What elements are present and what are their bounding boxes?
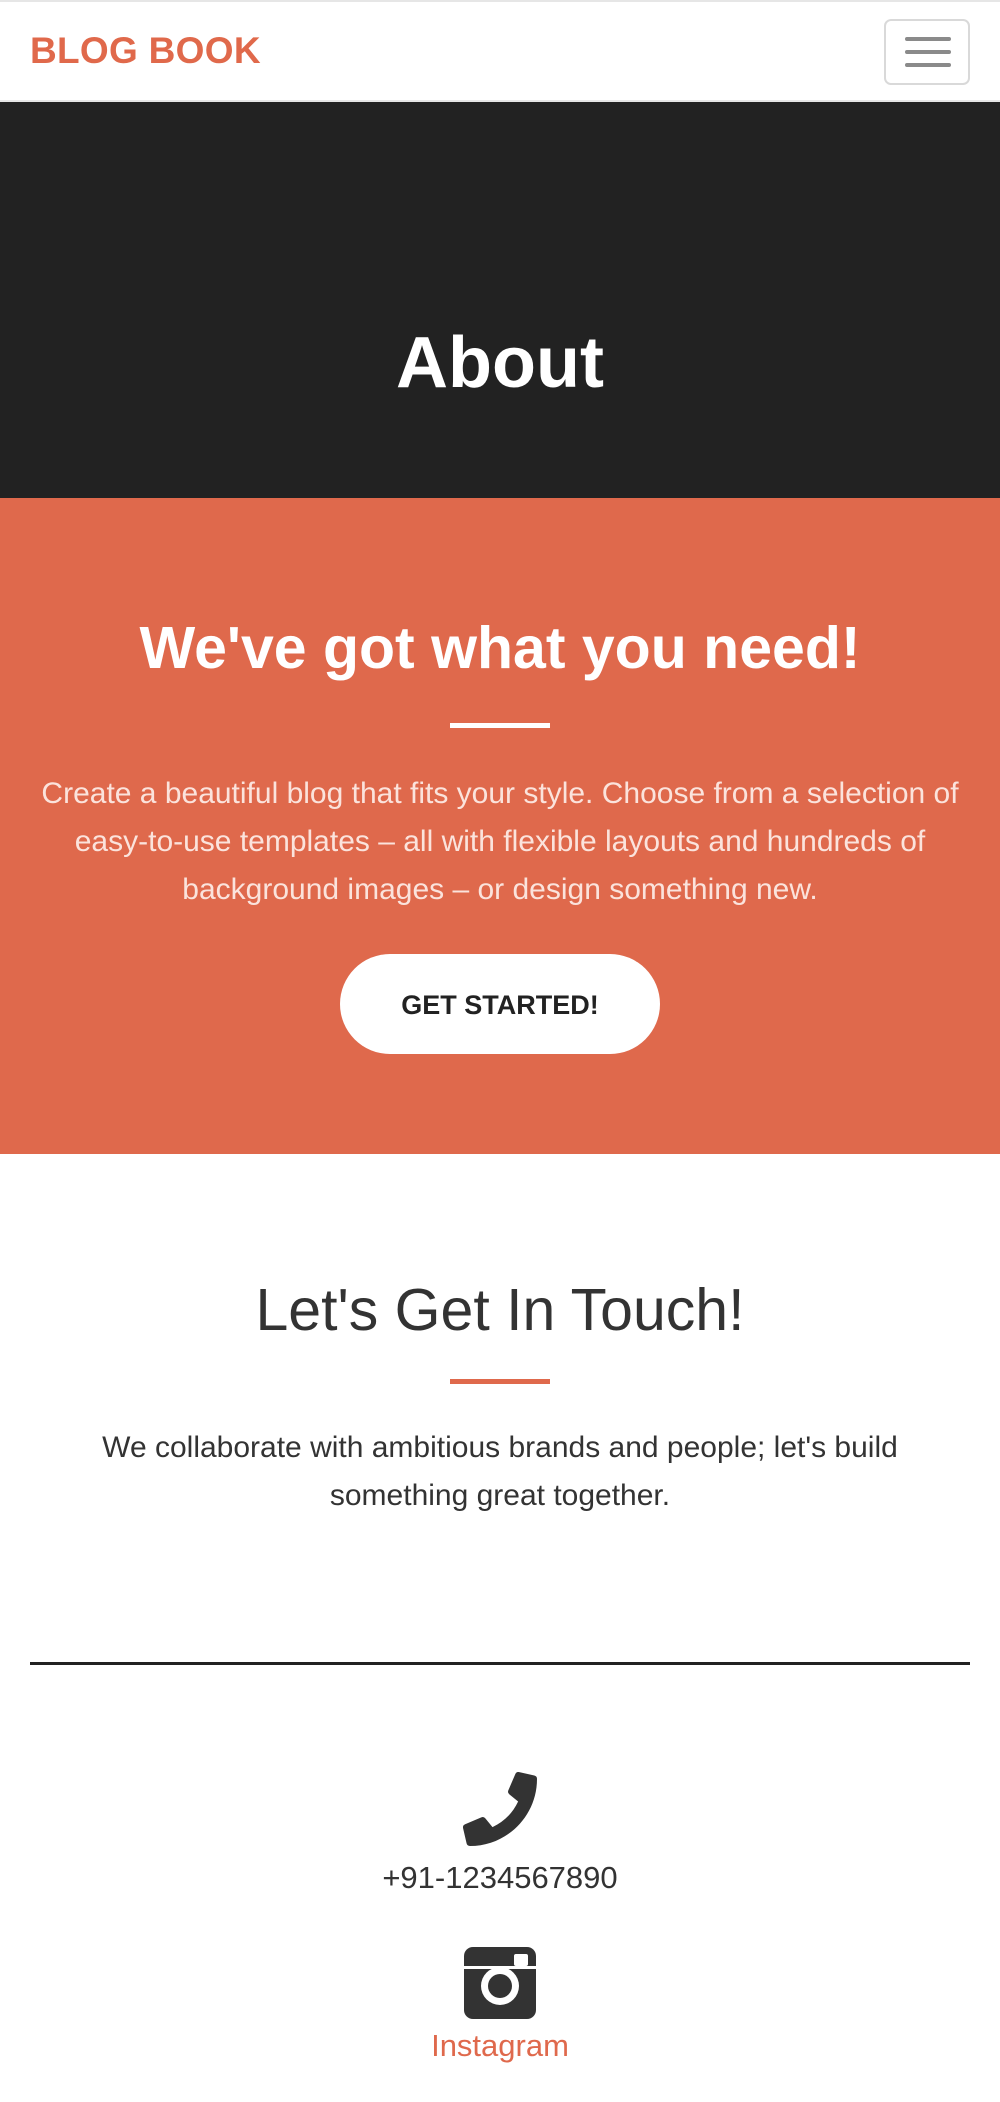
promo-section: We've got what you need! Create a beauti…	[0, 498, 1000, 1154]
contact-divider	[450, 1379, 550, 1384]
promo-text: Create a beautiful blog that fits your s…	[41, 777, 959, 906]
page-title: About	[396, 323, 604, 403]
hamburger-menu-icon-bar	[905, 63, 951, 67]
phone-icon	[463, 1772, 537, 1846]
menu-toggle-button[interactable]	[884, 19, 970, 85]
contact-text: We collaborate with ambitious brands and…	[102, 1431, 898, 1512]
promo-divider	[450, 723, 550, 728]
hero-banner: About	[0, 102, 1000, 498]
contact-section: Let's Get In Touch! We collaborate with …	[0, 1154, 1000, 2102]
get-started-button[interactable]: GET STARTED!	[340, 954, 660, 1054]
instagram-link[interactable]: Instagram	[0, 2028, 1000, 2064]
instagram-icon[interactable]	[463, 1946, 537, 2020]
navbar: BLOG BOOK	[0, 0, 1000, 102]
hamburger-menu-icon	[905, 37, 951, 41]
section-separator	[30, 1662, 970, 1665]
hamburger-menu-icon-bar	[905, 50, 951, 54]
promo-heading: We've got what you need!	[139, 615, 861, 681]
brand-logo-link[interactable]: BLOG BOOK	[30, 30, 261, 72]
contact-heading: Let's Get In Touch!	[255, 1277, 745, 1343]
phone-number: +91-1234567890	[382, 1860, 618, 1895]
